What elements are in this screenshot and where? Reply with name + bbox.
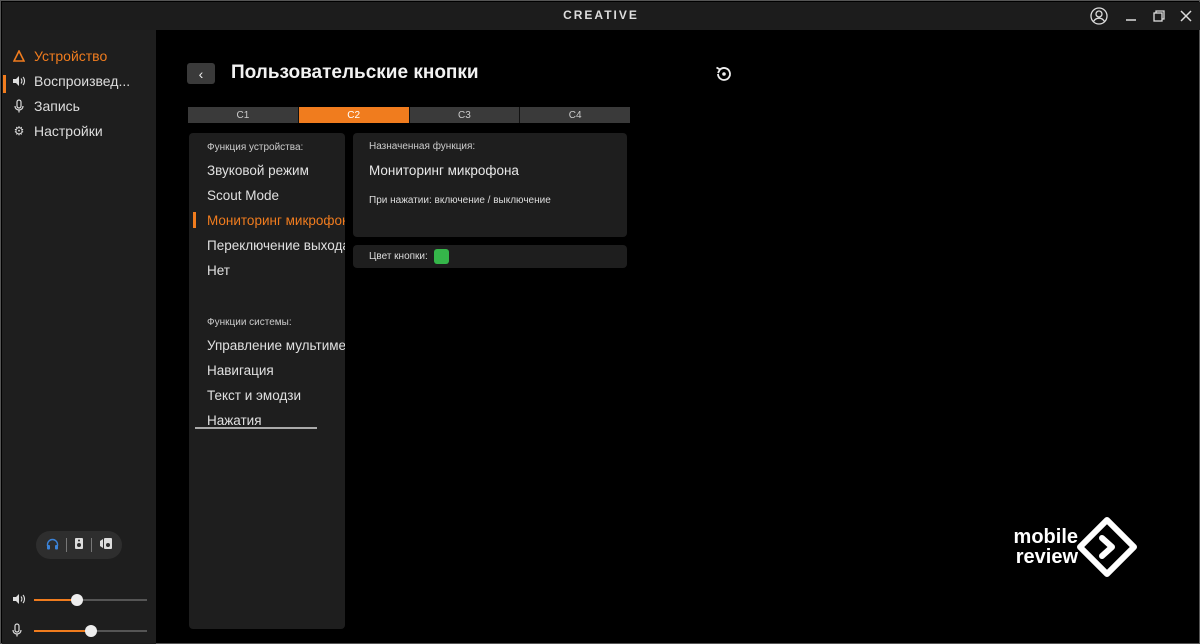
restore-icon[interactable] <box>1149 6 1169 26</box>
divider <box>65 538 67 552</box>
brand-logo: CREATIVE <box>563 8 639 22</box>
microphone-icon <box>12 622 28 640</box>
list-item[interactable]: Нажатия <box>207 413 262 428</box>
sidebar-item-device[interactable]: Устройство <box>10 45 107 67</box>
scroll-indicator <box>195 427 317 429</box>
system-functions-header: Функции системы: <box>207 317 292 328</box>
watermark-text: mobile review <box>992 527 1078 567</box>
watermark-line: review <box>1015 546 1078 568</box>
chevron-left-icon: ‹ <box>198 65 204 82</box>
sidebar-item-label: Запись <box>34 98 80 114</box>
speaker-box-alt-icon[interactable] <box>99 537 113 553</box>
mic-volume-slider[interactable] <box>12 622 147 640</box>
list-item-selected[interactable]: Мониторинг микрофона <box>207 213 345 228</box>
list-item[interactable]: Scout Mode <box>207 188 279 203</box>
list-item[interactable]: Управление мультимедиа <box>207 338 345 353</box>
tab-c3[interactable]: C3 <box>409 107 521 123</box>
tab-c1[interactable]: C1 <box>188 107 299 123</box>
minimize-icon[interactable] <box>1121 6 1141 26</box>
gear-icon: ⚙ <box>13 124 25 138</box>
output-volume-slider[interactable] <box>12 592 147 608</box>
assigned-function-panel: Назначенная функция: Мониторинг микрофон… <box>353 133 627 237</box>
list-item[interactable]: Звуковой режим <box>207 163 309 178</box>
sidebar-item-settings[interactable]: ⚙ Настройки <box>10 120 103 142</box>
triangle-icon <box>10 50 28 62</box>
app-window: CREATIVE Устройство Воспроизвед... Запис… <box>0 0 1200 644</box>
list-item[interactable]: Переключение выхода <box>207 238 345 253</box>
volume-icon <box>12 593 28 608</box>
close-icon[interactable] <box>1176 6 1196 26</box>
sidebar-item-label: Воспроизвед... <box>34 73 131 89</box>
function-list-panel: Функция устройства: Звуковой режим Scout… <box>189 133 345 629</box>
watermark-line: mobile <box>1013 526 1078 548</box>
speaker-box-icon[interactable] <box>74 537 84 553</box>
tab-c2[interactable]: C2 <box>298 107 410 123</box>
output-device-switch[interactable] <box>36 531 122 559</box>
account-icon[interactable] <box>1089 6 1109 26</box>
assigned-function-description: При нажатии: включение / выключение <box>369 195 551 206</box>
button-color-label: Цвет кнопки: <box>369 251 428 262</box>
tab-c4[interactable]: C4 <box>520 107 630 123</box>
list-item[interactable]: Нет <box>207 263 230 278</box>
back-button[interactable]: ‹ <box>187 63 215 84</box>
sidebar-item-playback[interactable]: Воспроизвед... <box>10 70 130 92</box>
watermark-logo-icon <box>1077 517 1137 577</box>
slider-track[interactable] <box>34 625 147 637</box>
slider-handle[interactable] <box>70 594 83 606</box>
slider-track[interactable] <box>34 594 147 606</box>
slider-handle[interactable] <box>84 625 97 637</box>
microphone-icon <box>10 99 28 113</box>
list-item[interactable]: Навигация <box>207 363 274 378</box>
assigned-function-header: Назначенная функция: <box>369 141 476 152</box>
sidebar: Устройство Воспроизвед... Запись ⚙ Настр… <box>2 30 156 644</box>
sidebar-active-indicator <box>3 75 6 93</box>
reset-icon[interactable] <box>713 63 735 85</box>
color-swatch[interactable] <box>433 249 449 264</box>
title-bar: CREATIVE <box>2 2 1200 30</box>
headphones-icon[interactable] <box>46 538 59 553</box>
sidebar-item-recording[interactable]: Запись <box>10 95 80 117</box>
divider <box>90 538 92 552</box>
speaker-icon <box>10 75 28 87</box>
page-title: Пользовательские кнопки <box>231 62 479 83</box>
button-tabs: C1 C2 C3 C4 <box>188 107 630 123</box>
active-item-indicator <box>193 212 196 228</box>
sidebar-item-label: Устройство <box>34 48 108 64</box>
list-item[interactable]: Текст и эмодзи <box>207 388 301 403</box>
button-color-panel: Цвет кнопки: <box>353 245 627 268</box>
assigned-function-name: Мониторинг микрофона <box>369 163 519 178</box>
slider-fill <box>34 630 91 632</box>
device-functions-header: Функция устройства: <box>207 142 304 153</box>
sidebar-item-label: Настройки <box>34 123 103 139</box>
